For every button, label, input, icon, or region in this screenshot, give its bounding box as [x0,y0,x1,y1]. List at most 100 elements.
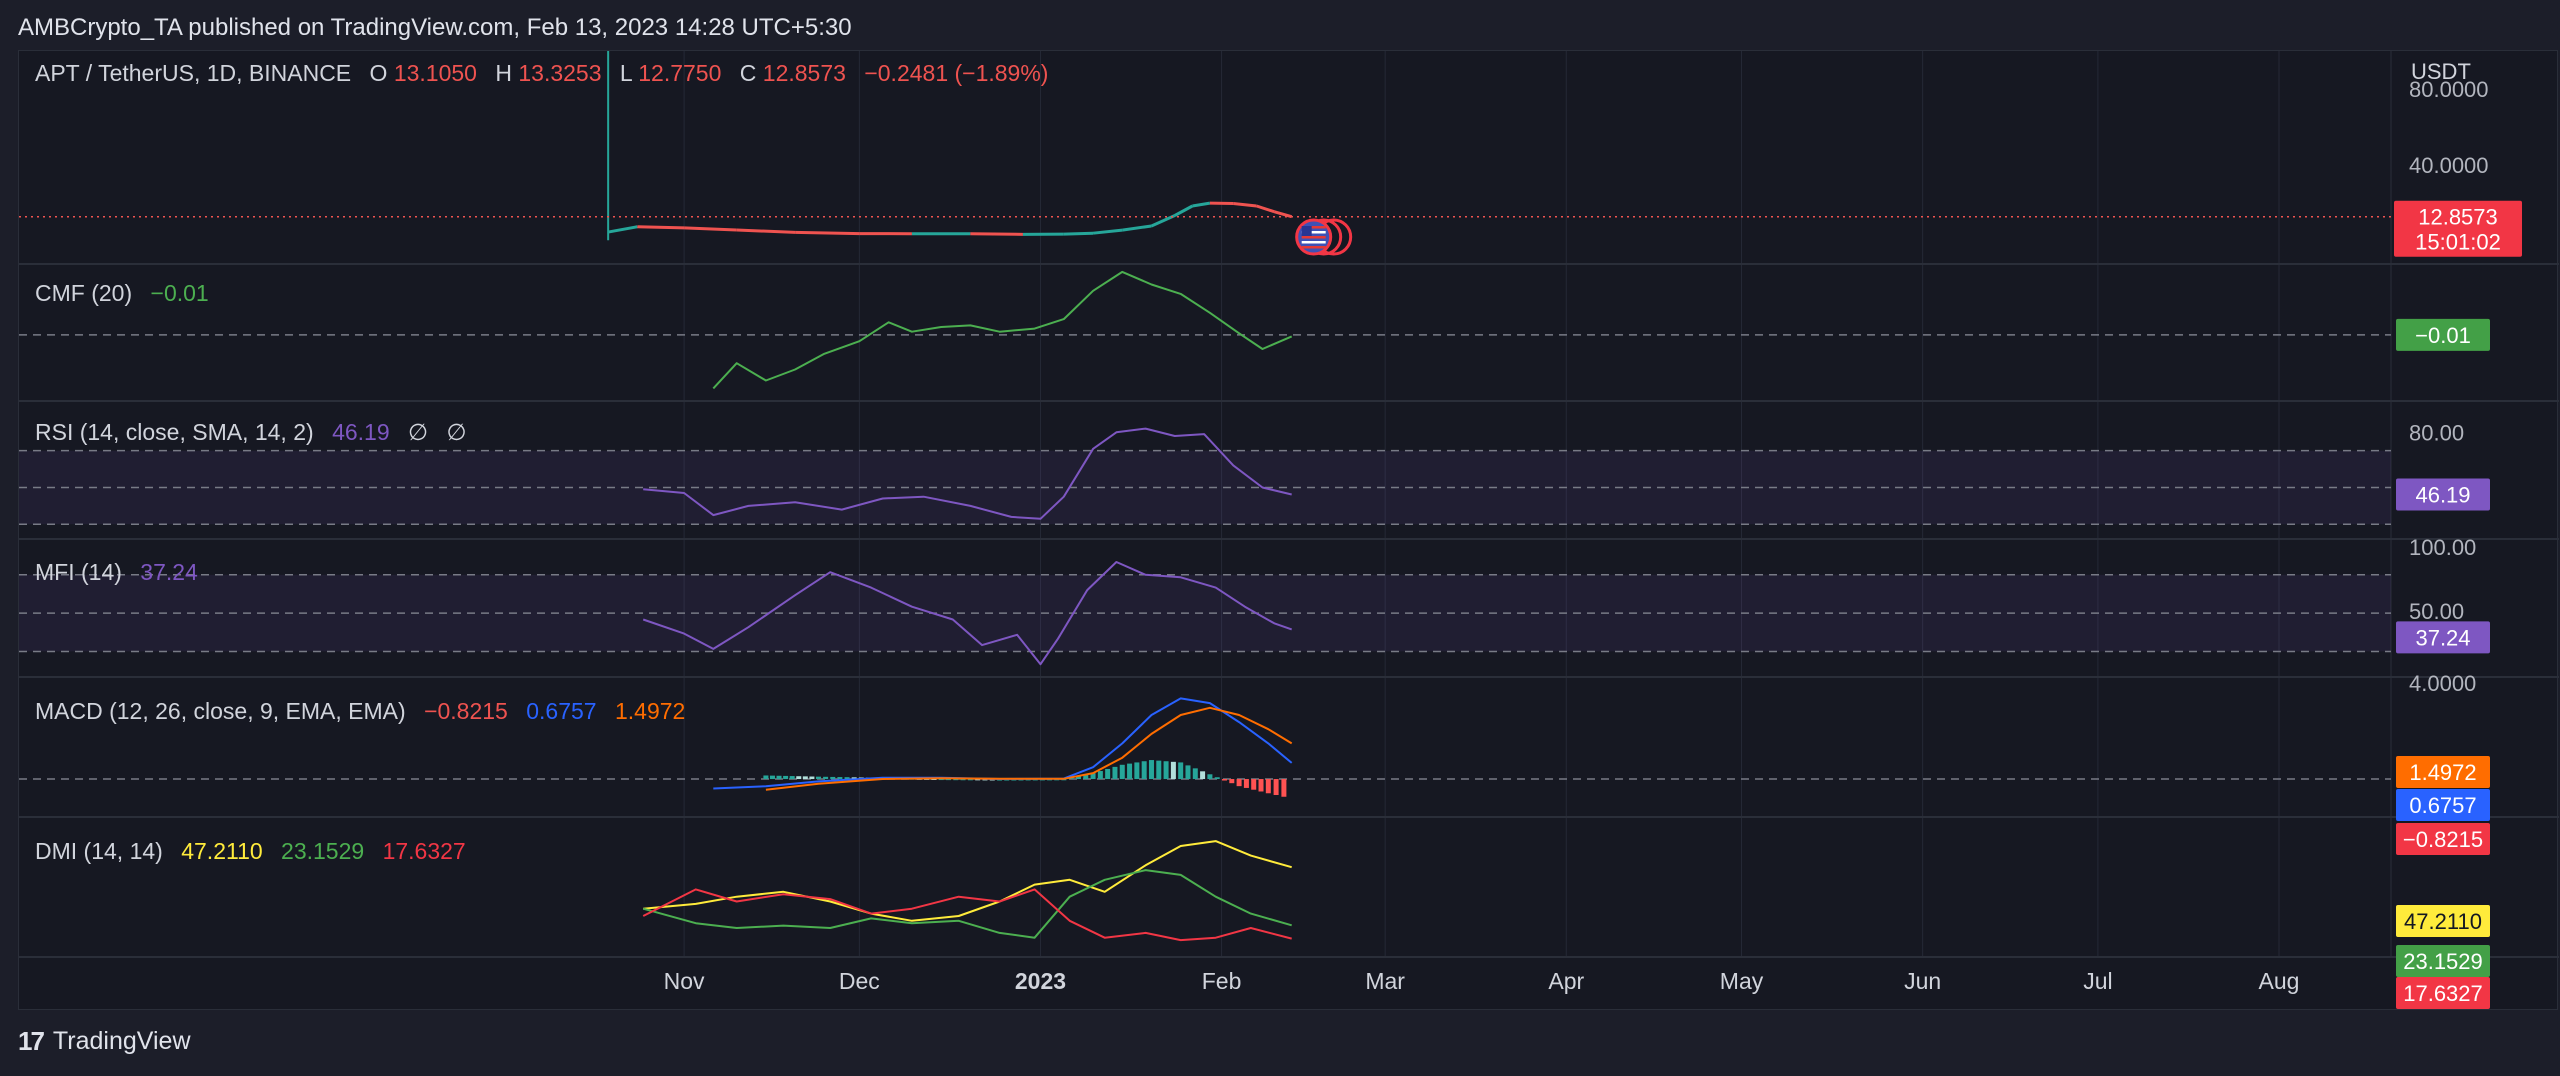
x-tick-label: Apr [1548,968,1584,994]
cmf-line [712,270,1293,390]
macd-histogram-bar [1214,777,1220,780]
dmi-adx-badge: 47.2110 [2396,905,2490,937]
price-high-label: H [495,60,512,86]
macd-histogram-bar [1273,779,1279,796]
x-tick-label: Aug [2259,968,2300,994]
macd-histogram-bar [1229,779,1235,784]
macd-histogram-bar [1243,779,1249,788]
price-low-value: 12.7750 [638,60,721,86]
dmi-plus-badge: 23.1529 [2396,945,2490,977]
macd-histogram-bar [763,775,769,780]
last-price-value: 12.8573 [2418,205,2498,230]
dmi-adx-badge-text: 47.2110 [2404,909,2482,934]
last-price-countdown: 15:01:02 [2415,230,2501,255]
price-low-label: L [620,60,633,86]
price-segment [1063,231,1094,236]
macd-histogram-bar [796,776,802,780]
macd-tick-4: 4.0000 [2409,671,2476,696]
macd-histogram-bar [809,776,815,780]
x-tick-label: Mar [1365,968,1405,994]
macd-histogram-badge: −0.8215 [2396,823,2490,855]
macd-histogram-bar [1222,779,1227,781]
macd-histogram-bar [789,776,795,780]
macd-legend: MACD (12, 26, close, 9, EMA, EMA) −0.821… [35,698,685,724]
rsi-legend: RSI (14, close, SMA, 14, 2) 46.19 ∅ ∅ [35,419,467,445]
price-tick-80: 80.0000 [2409,77,2489,102]
macd-title: MACD (12, 26, close, 9, EMA, EMA) [35,698,406,724]
mfi-value-badge-text: 37.24 [2415,625,2470,650]
dmi-adx-value: 47.2110 [181,838,262,864]
price-segment [1174,204,1194,217]
dmi-legend: DMI (14, 14) 47.2110 23.1529 17.6327 [35,838,466,864]
price-legend: APT / TetherUS, 1D, BINANCE O 13.1050 H … [35,60,1048,86]
mfi-tick-100: 100.00 [2409,535,2476,560]
rsi-extra-2: ∅ [446,419,466,445]
macd-line-value: 0.6757 [526,698,596,724]
price-close-label: C [740,60,757,86]
macd-histogram-bar [1097,771,1103,780]
macd-histogram-bar [1141,761,1147,780]
macd-histogram-bar [1105,768,1111,780]
macd-histogram-bar [823,776,829,780]
rsi-tick-80: 80.00 [2409,420,2464,445]
macd-histogram-badge-text: −0.8215 [2403,827,2483,852]
x-tick-label: Feb [1202,968,1242,994]
price-segment [637,225,685,230]
rsi-title: RSI (14, close, SMA, 14, 2) [35,419,314,445]
x-tick-label: Jun [1904,968,1941,994]
footer: 17 TradingView [18,1026,191,1057]
macd-histogram-bar [1163,761,1169,780]
flag-stripe [1301,241,1326,244]
chart-canvas[interactable]: Nov Dec 2023 Feb Mar Apr May Jun Jul AugUSDT80.00… [19,51,2559,1011]
dmi-title: DMI (14, 14) [35,838,163,864]
flag-stripe [1301,236,1326,239]
price-change: −0.2481 (−1.89%) [864,60,1048,86]
price-title: APT / TetherUS, 1D, BINANCE [35,60,351,86]
rsi-extra-1: ∅ [408,419,428,445]
macd-histogram-bar [1185,765,1191,780]
flag-stripe [1301,246,1326,249]
price-close-value: 12.8573 [763,60,846,86]
cmf-legend: CMF (20) −0.01 [35,280,209,306]
price-segment [1122,224,1152,232]
macd-histogram-bar [1119,764,1125,780]
mfi-legend: MFI (14) 37.24 [35,559,198,585]
last-price-badge: 12.857315:01:02 [2394,200,2522,257]
macd-signal-value: 1.4972 [615,698,685,724]
macd-histogram-bar [837,777,843,780]
macd-line-badge: 0.6757 [2396,789,2490,821]
axis-layer: Nov Dec 2023 Feb Mar Apr May Jun Jul AugUSDT80.00… [664,59,2522,1009]
macd-histogram-bar [1148,760,1154,780]
macd-histogram-bar [1170,761,1176,780]
macd-histogram-bar [1258,779,1264,792]
macd-histogram-bar [830,776,836,780]
macd-signal-badge: 1.4972 [2396,756,2490,788]
tradingview-logo-icon: 17 [18,1026,45,1056]
macd-histogram-bar [815,776,821,780]
macd-histogram-bar [1281,779,1287,797]
flag-canton [1301,226,1312,236]
macd-histogram-bar [1236,779,1242,787]
x-tick-label: May [1720,968,1764,994]
dmi-minus-value: 17.6327 [383,838,466,864]
price-tick-40: 40.0000 [2409,153,2489,178]
rsi-value: 46.19 [332,419,390,445]
x-tick-label: Nov [664,968,705,994]
macd-signal-badge-text: 1.4972 [2409,760,2476,785]
price-segment [1273,210,1293,219]
price-open-label: O [370,60,388,86]
dmi-minus-badge: 17.6327 [2396,977,2490,1009]
price-segment [684,226,737,232]
mfi-tick-50: 50.00 [2409,599,2464,624]
macd-histogram-bar [1200,771,1206,780]
macd-histogram-bar [802,776,808,780]
macd-histogram-bar [1265,779,1271,794]
price-high-value: 13.3253 [518,60,601,86]
macd-histogram-bar [1178,762,1184,780]
chart-frame[interactable]: Nov Dec 2023 Feb Mar Apr May Jun Jul Aug USDT 80.00… [18,50,2559,1011]
macd-histogram-bar [1207,774,1213,780]
price-segment [970,232,1023,236]
macd-histogram-value: −0.8215 [424,698,508,724]
us-flag-icon [1295,218,1353,256]
macd-histogram-bar [1156,760,1162,780]
